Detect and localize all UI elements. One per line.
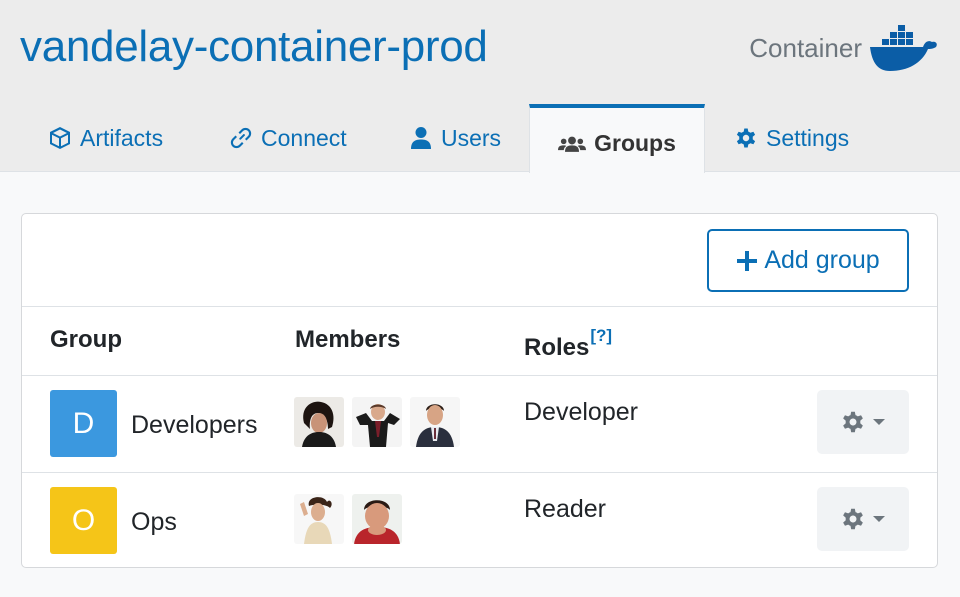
member-avatars [294,397,460,447]
tab-users[interactable]: Users [409,104,501,172]
tab-label: Users [441,124,502,151]
member-avatar[interactable] [352,494,402,544]
table-row: D Developers Developer [22,376,937,472]
column-header-roles: Roles[?] [524,326,612,362]
gear-icon [843,508,863,530]
gear-icon [843,411,863,433]
gear-icon [736,128,756,148]
users-icon [558,136,587,152]
docker-whale-icon [870,25,937,71]
group-role: Developer [524,398,638,426]
roles-help-link[interactable]: [?] [590,326,612,345]
groups-card: Add group Group Members Roles[?] D Devel… [21,213,938,568]
cube-icon [50,127,70,149]
tab-label: Settings [766,124,850,151]
member-avatar[interactable] [294,397,344,447]
tab-connect[interactable]: Connect [229,104,347,172]
column-header-group: Group [50,326,122,353]
repository-type: Container [749,20,938,76]
roles-header-label: Roles [524,334,590,361]
tab-label: Artifacts [80,124,164,151]
caret-down-icon [873,419,885,425]
tab-groups[interactable]: Groups [529,104,705,173]
table-row: O Ops Reader [22,472,937,567]
member-avatars [294,494,402,544]
page-title: vandelay-container-prod [20,22,488,71]
member-avatar[interactable] [352,397,402,447]
group-name[interactable]: Developers [131,411,257,440]
repository-tabs: Artifacts Connect Users Groups Settings [0,104,960,173]
tab-label: Groups [594,130,676,156]
add-group-button[interactable]: Add group [707,229,909,292]
tab-settings[interactable]: Settings [734,104,849,172]
group-settings-dropdown[interactable] [817,390,909,454]
tab-artifacts[interactable]: Artifacts [48,104,163,172]
group-avatar: D [50,390,117,457]
link-icon [230,127,252,149]
group-settings-dropdown[interactable] [817,487,909,551]
group-avatar: O [50,487,117,554]
member-avatar[interactable] [294,494,344,544]
user-icon [411,127,431,149]
member-avatar[interactable] [410,397,460,447]
repository-header: vandelay-container-prod Container Artifa… [0,0,960,173]
tab-label: Connect [261,124,347,151]
card-toolbar: Add group [22,214,937,307]
caret-down-icon [873,516,885,522]
group-name[interactable]: Ops [131,508,177,537]
group-role: Reader [524,495,606,523]
plus-icon [737,250,758,271]
column-header-members: Members [295,326,401,353]
add-group-label: Add group [764,246,880,274]
repository-type-label: Container [749,32,862,63]
